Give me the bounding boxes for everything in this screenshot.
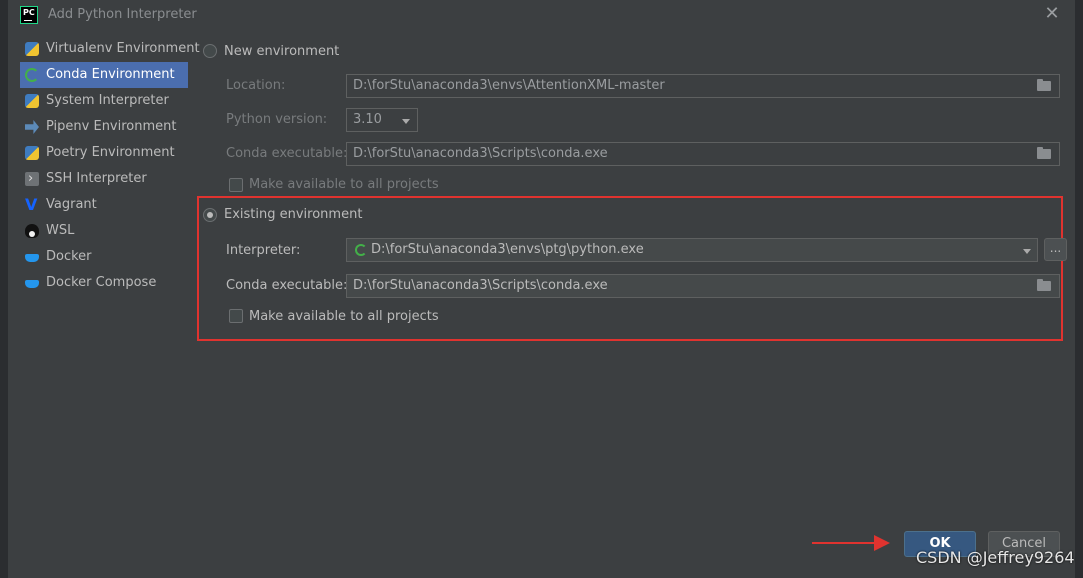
sidebar-item-label: Vagrant — [46, 197, 97, 212]
app-icon-text: PC — [23, 8, 35, 17]
ssh-icon — [25, 166, 39, 192]
folder-icon[interactable] — [1037, 279, 1051, 291]
sidebar-item-virtualenv[interactable]: Virtualenv Environment — [20, 36, 200, 62]
python-icon — [25, 42, 39, 56]
existing-environment-radio[interactable] — [203, 208, 217, 222]
location-label: Location: — [226, 78, 286, 93]
folder-icon[interactable] — [1037, 147, 1051, 159]
pipenv-icon — [25, 120, 39, 134]
docker-icon — [25, 280, 39, 288]
python-icon — [25, 94, 39, 108]
add-python-interpreter-dialog: PC Add Python Interpreter ✕ Virtualenv E… — [8, 0, 1075, 578]
python-version-label: Python version: — [226, 112, 328, 127]
python-version-select[interactable]: 3.10 — [346, 108, 418, 132]
watermark: CSDN @Jeffrey9264 — [916, 548, 1075, 567]
sidebar-item-label: Pipenv Environment — [46, 119, 177, 134]
sidebar-item-vagrant[interactable]: V Vagrant — [20, 192, 188, 218]
location-value: D:\forStu\anaconda3\envs\AttentionXML-ma… — [353, 78, 665, 93]
python-icon — [25, 146, 39, 160]
existing-environment-label: Existing environment — [224, 207, 363, 222]
close-icon[interactable]: ✕ — [1042, 4, 1062, 24]
make-available-label-new: Make available to all projects — [249, 177, 439, 192]
main-panel: New environment Location: D:\forStu\anac… — [188, 30, 1075, 578]
interpreter-select[interactable]: D:\forStu\anaconda3\envs\ptg\python.exe — [346, 238, 1038, 262]
title-bar: PC Add Python Interpreter ✕ — [8, 0, 1075, 30]
sidebar-item-docker[interactable]: Docker — [20, 244, 188, 270]
chevron-down-icon — [402, 119, 410, 124]
sidebar-item-label: WSL — [46, 223, 75, 238]
python-version-value: 3.10 — [353, 112, 382, 127]
vagrant-icon: V — [25, 195, 38, 214]
conda-executable-field-existing[interactable]: D:\forStu\anaconda3\Scripts\conda.exe — [346, 274, 1060, 298]
location-field[interactable]: D:\forStu\anaconda3\envs\AttentionXML-ma… — [346, 74, 1060, 98]
sidebar-item-wsl[interactable]: WSL — [20, 218, 188, 244]
sidebar-item-label: Virtualenv Environment — [46, 41, 200, 56]
make-available-checkbox-existing[interactable] — [229, 309, 243, 323]
conda-executable-label-existing: Conda executable: — [226, 278, 348, 293]
conda-icon — [355, 244, 367, 256]
browse-interpreter-button[interactable]: ... — [1044, 238, 1067, 261]
interpreter-type-list: Virtualenv Environment Conda Environment… — [20, 36, 200, 296]
chevron-down-icon[interactable] — [1023, 249, 1031, 254]
interpreter-label: Interpreter: — [226, 243, 301, 258]
folder-icon[interactable] — [1037, 79, 1051, 91]
annotation-arrow-line — [812, 542, 876, 544]
annotation-arrow-head — [874, 535, 890, 551]
sidebar-item-label: Docker Compose — [46, 275, 157, 290]
sidebar-item-poetry[interactable]: Poetry Environment — [20, 140, 188, 166]
conda-icon — [25, 68, 39, 82]
sidebar-item-label: System Interpreter — [46, 93, 169, 108]
new-environment-label: New environment — [224, 44, 340, 59]
conda-executable-value-existing: D:\forStu\anaconda3\Scripts\conda.exe — [353, 278, 608, 293]
docker-icon — [25, 254, 39, 262]
sidebar-item-label: Docker — [46, 249, 92, 264]
make-available-checkbox-new[interactable] — [229, 178, 243, 192]
dialog-title: Add Python Interpreter — [48, 7, 197, 22]
sidebar-item-docker-compose[interactable]: Docker Compose — [20, 270, 188, 296]
sidebar-item-pipenv[interactable]: Pipenv Environment — [20, 114, 188, 140]
sidebar-item-label: Conda Environment — [46, 67, 175, 82]
sidebar-item-system[interactable]: System Interpreter — [20, 88, 188, 114]
conda-executable-label-new: Conda executable: — [226, 146, 348, 161]
sidebar-item-conda[interactable]: Conda Environment — [20, 62, 188, 88]
interpreter-value: D:\forStu\anaconda3\envs\ptg\python.exe — [371, 242, 644, 257]
new-environment-radio[interactable] — [203, 44, 217, 58]
make-available-label-existing: Make available to all projects — [249, 309, 439, 324]
conda-executable-value-new: D:\forStu\anaconda3\Scripts\conda.exe — [353, 146, 608, 161]
sidebar-item-ssh[interactable]: SSH Interpreter — [20, 166, 188, 192]
conda-executable-field-new[interactable]: D:\forStu\anaconda3\Scripts\conda.exe — [346, 142, 1060, 166]
linux-icon — [25, 224, 39, 238]
sidebar-item-label: SSH Interpreter — [46, 171, 147, 186]
pycharm-logo-icon: PC — [20, 6, 38, 24]
sidebar-item-label: Poetry Environment — [46, 145, 175, 160]
